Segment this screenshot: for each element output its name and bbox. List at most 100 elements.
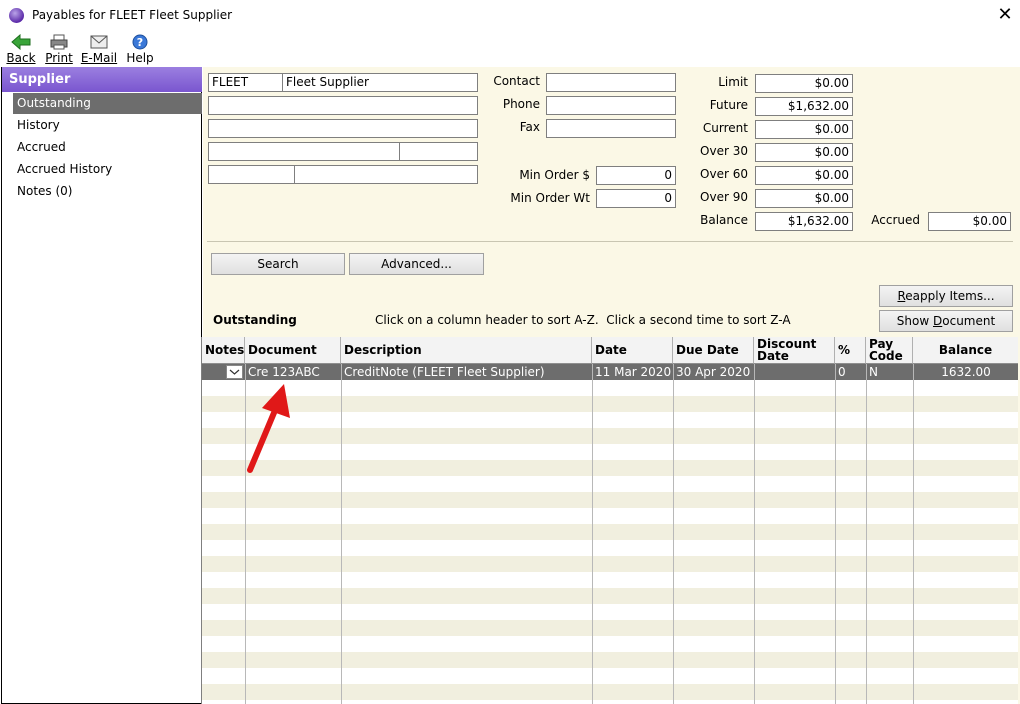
fax-field[interactable] — [546, 119, 676, 138]
accrued-label: Accrued — [871, 213, 920, 227]
fax-label: Fax — [519, 120, 540, 134]
envelope-icon — [80, 34, 118, 50]
over60-label: Over 60 — [700, 167, 748, 181]
empty-table-row — [202, 396, 1018, 412]
email-label: E-Mail — [80, 51, 118, 65]
sidebar: Supplier Outstanding History Accrued Acc… — [1, 67, 202, 704]
section-title: Outstanding — [213, 313, 297, 327]
sort-hint: Click on a column header to sort A-Z. Cl… — [375, 313, 791, 327]
min-order-wt-field[interactable]: 0 — [596, 189, 676, 208]
email-button[interactable]: E-Mail — [80, 34, 118, 66]
empty-table-row — [202, 556, 1018, 572]
window-title: Payables for FLEET Fleet Supplier — [32, 8, 233, 22]
column-header-discount-date[interactable]: Discount Date — [754, 337, 835, 364]
chevron-down-icon[interactable] — [226, 365, 243, 379]
title-bar: Payables for FLEET Fleet Supplier ✕ — [0, 0, 1020, 32]
help-label: Help — [126, 51, 154, 65]
empty-table-row — [202, 492, 1018, 508]
empty-table-row — [202, 620, 1018, 636]
column-header-due-date[interactable]: Due Date — [673, 337, 754, 364]
back-button[interactable]: Back — [4, 33, 38, 66]
empty-table-row — [202, 588, 1018, 604]
column-header-balance[interactable]: Balance — [913, 337, 1018, 364]
address-line-2-field[interactable] — [208, 119, 478, 138]
divider — [207, 241, 1013, 242]
accrued-field: $0.00 — [928, 212, 1011, 231]
help-icon: ? — [124, 34, 156, 50]
show-doc-label-rest: ocument — [942, 314, 996, 328]
empty-table-row — [202, 652, 1018, 668]
cell-balance[interactable]: 1632.00 — [913, 364, 1018, 380]
show-doc-label-prefix: Show — [896, 314, 933, 328]
current-field: $0.00 — [755, 120, 853, 139]
close-icon[interactable]: ✕ — [994, 4, 1016, 26]
back-arrow-icon — [4, 33, 38, 51]
cell-date[interactable]: 11 Mar 2020 — [592, 364, 673, 380]
column-header-notes[interactable]: Notes — [202, 337, 245, 364]
over30-field: $0.00 — [755, 143, 853, 162]
empty-table-row — [202, 540, 1018, 556]
current-label: Current — [702, 121, 748, 135]
over60-field: $0.00 — [755, 166, 853, 185]
cell-pay-code[interactable]: N — [866, 364, 913, 380]
column-header-percent[interactable]: % — [835, 337, 866, 364]
advanced-search-button[interactable]: Advanced... — [349, 253, 484, 275]
phone-label: Phone — [502, 97, 540, 111]
empty-table-row — [202, 636, 1018, 652]
show-document-button[interactable]: Show Document — [879, 310, 1013, 332]
address-line-3b-field[interactable] — [399, 142, 478, 161]
sidebar-item-accrued[interactable]: Accrued — [13, 137, 202, 158]
cell-description[interactable]: CreditNote (FLEET Fleet Supplier) — [341, 364, 592, 380]
supplier-name-field[interactable]: Fleet Supplier — [282, 73, 478, 92]
address-line-4-field[interactable] — [208, 165, 296, 184]
sidebar-item-history[interactable]: History — [13, 115, 202, 136]
column-divider — [673, 364, 674, 704]
balance-field: $1,632.00 — [755, 212, 853, 231]
column-header-document[interactable]: Document — [245, 337, 341, 364]
sidebar-header: Supplier — [2, 67, 202, 92]
app-logo-icon — [9, 8, 24, 23]
column-header-date[interactable]: Date — [592, 337, 673, 364]
svg-text:?: ? — [137, 36, 143, 49]
reapply-items-button[interactable]: Reapply Items... — [879, 285, 1013, 307]
column-divider — [913, 364, 914, 704]
column-divider — [835, 364, 836, 704]
over90-field: $0.00 — [755, 189, 853, 208]
phone-field[interactable] — [546, 96, 676, 115]
search-button[interactable]: Search — [211, 253, 345, 275]
column-header-pay-code[interactable]: Pay Code — [866, 337, 913, 364]
sidebar-item-accrued-history[interactable]: Accrued History — [13, 159, 202, 180]
address-line-1-field[interactable] — [208, 96, 478, 115]
column-divider — [592, 364, 593, 704]
empty-table-row — [202, 460, 1018, 476]
min-order-wt-label: Min Order Wt — [510, 191, 590, 205]
empty-table-row — [202, 428, 1018, 444]
contact-field[interactable] — [546, 73, 676, 92]
empty-table-row — [202, 668, 1018, 684]
cell-due-date[interactable]: 30 Apr 2020 — [673, 364, 754, 380]
column-divider — [866, 364, 867, 704]
column-divider — [341, 364, 342, 704]
empty-table-row — [202, 572, 1018, 588]
printer-icon — [42, 34, 76, 50]
min-order-field[interactable]: 0 — [596, 166, 676, 185]
empty-table-row — [202, 444, 1018, 460]
annotation-arrow-icon — [247, 384, 290, 473]
outstanding-table: Notes Document Description Date Due Date… — [201, 337, 1018, 704]
address-line-3-field[interactable] — [208, 142, 401, 161]
limit-field: $0.00 — [755, 74, 853, 93]
print-label: Print — [45, 51, 73, 65]
show-doc-label-accel: D — [933, 314, 943, 328]
future-field: $1,632.00 — [755, 97, 853, 116]
help-button[interactable]: ? Help — [124, 34, 156, 66]
cell-percent[interactable]: 0 — [835, 364, 866, 380]
cell-discount-date[interactable] — [754, 364, 835, 380]
column-header-description[interactable]: Description — [341, 337, 592, 364]
contact-label: Contact — [493, 74, 540, 88]
sidebar-item-outstanding[interactable]: Outstanding — [13, 93, 202, 114]
address-line-4b-field[interactable] — [294, 165, 478, 184]
print-button[interactable]: Print — [42, 34, 76, 66]
sidebar-item-notes[interactable]: Notes (0) — [13, 181, 202, 202]
back-label: Back — [6, 51, 36, 65]
supplier-code-field[interactable]: FLEET — [208, 73, 284, 92]
